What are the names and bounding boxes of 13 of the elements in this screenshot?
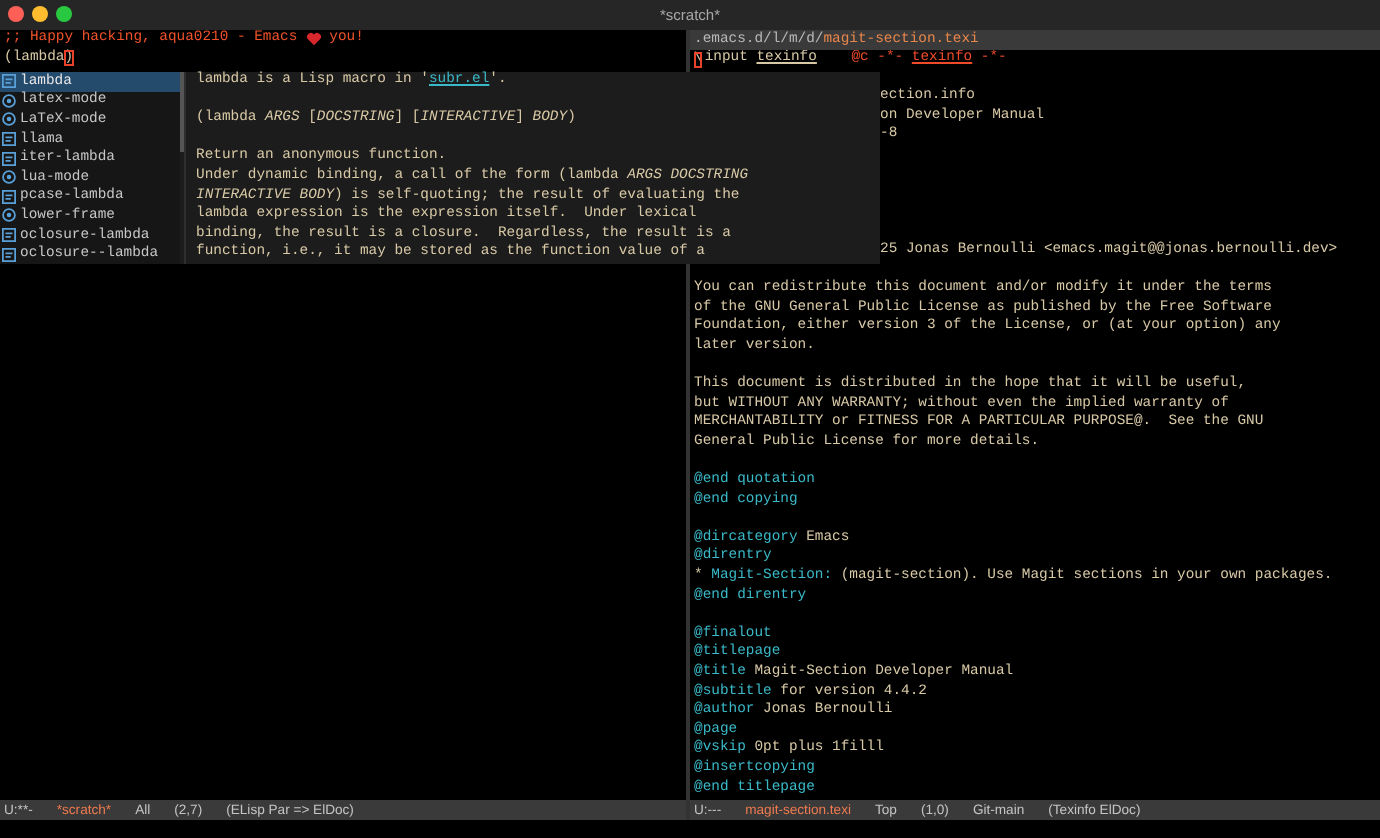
close-icon[interactable] [8,6,24,22]
circle-symbol-icon [2,208,16,223]
square-symbol-icon [2,228,16,243]
maximize-icon[interactable] [56,6,72,22]
heart-icon [305,32,322,47]
circle-symbol-icon [2,170,16,185]
minimize-icon[interactable] [32,6,48,22]
square-symbol-icon [2,132,16,147]
square-symbol-icon [2,74,16,89]
square-symbol-icon [2,247,16,262]
square-symbol-icon [2,151,16,166]
square-symbol-icon [2,189,16,204]
scrollbar[interactable] [180,72,184,152]
